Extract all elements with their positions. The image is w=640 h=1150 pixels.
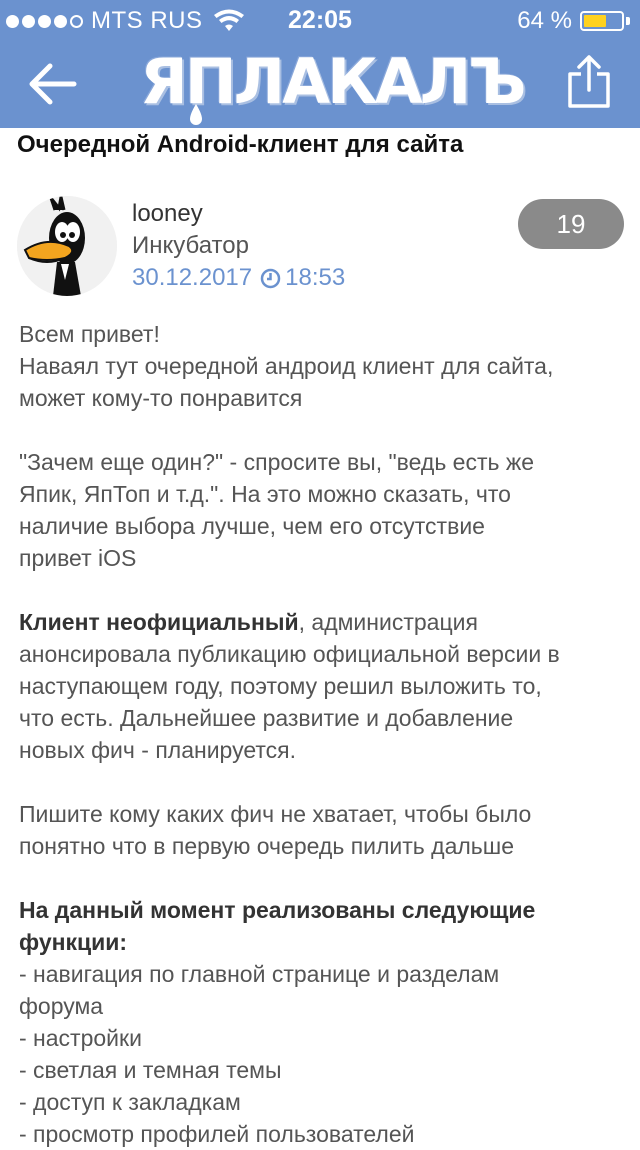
text-line: "Зачем еще один?" - спросите вы, "ведь е… xyxy=(19,449,535,475)
text-fragment: , администрация xyxy=(298,609,478,635)
text-line: Наваял тут очередной андроид клиент для … xyxy=(19,353,554,379)
share-icon[interactable] xyxy=(566,54,612,110)
paragraph-features: На данный момент реализованы следующие ф… xyxy=(19,894,631,1150)
clock-icon xyxy=(260,268,281,288)
text-line: понятно что в первую очередь пилить даль… xyxy=(19,833,515,859)
post-time-value: 18:53 xyxy=(285,264,346,291)
text-line: может кому-то понравится xyxy=(19,385,303,411)
text-line: Клиент неофициальный, администрация xyxy=(19,606,631,638)
text-line: Всем привет! xyxy=(19,321,160,347)
text-line: Пишите кому каких фич не хватает, чтобы … xyxy=(19,801,532,827)
bold-heading-line: На данный момент реализованы следующие xyxy=(19,897,536,923)
post-date: 30.12.2017 18:53 xyxy=(132,264,345,292)
arrow-left-icon[interactable] xyxy=(26,60,78,108)
post-body: Всем привет! Наваял тут очередной андрои… xyxy=(19,318,631,1150)
paragraph-feedback: Пишите кому каких фич не хватает, чтобы … xyxy=(19,798,631,862)
battery-tip xyxy=(626,17,630,25)
post-date-value: 30.12.2017 xyxy=(132,264,253,291)
bold-text: Клиент неофициальный xyxy=(19,609,299,635)
status-bar: MTS RUS 22:05 64 % xyxy=(0,0,640,40)
user-avatar-image xyxy=(17,196,117,296)
paragraph-greeting: Всем привет! Наваял тут очередной андрои… xyxy=(19,318,631,414)
author-name[interactable]: looney xyxy=(132,200,203,228)
avatar[interactable] xyxy=(17,196,117,296)
feature-item: - навигация по главной странице и раздел… xyxy=(19,961,500,987)
feature-item: форума xyxy=(19,993,104,1019)
feature-item: - просмотр профилей пользователей xyxy=(19,1121,415,1147)
battery-level xyxy=(584,15,606,27)
bold-heading-line: функции: xyxy=(19,929,128,955)
post-title: Очередной Android-клиент для сайта xyxy=(17,131,464,158)
feature-item: - светлая и темная темы xyxy=(19,1057,282,1083)
text-line: наступающем году, поэтому решил выложить… xyxy=(19,673,542,699)
paragraph-unofficial: Клиент неофициальный, администрация анон… xyxy=(19,606,631,766)
status-right: 64 % xyxy=(517,7,630,35)
battery-percent: 64 % xyxy=(517,7,572,34)
text-line: новых фич - планируется. xyxy=(19,737,296,763)
text-line: наличие выбора лучше, чем его отсутствие xyxy=(19,513,485,539)
text-line: анонсировала публикацию официальной верс… xyxy=(19,641,560,667)
feature-item: - настройки xyxy=(19,1025,142,1051)
text-line: что есть. Дальнейшее развитие и добавлен… xyxy=(19,705,514,731)
battery-icon xyxy=(580,11,624,31)
text-line: Япик, ЯпТоп и т.д.". На это можно сказат… xyxy=(19,481,511,507)
logo-drop-icon xyxy=(190,104,202,125)
paragraph-why: "Зачем еще один?" - спросите вы, "ведь е… xyxy=(19,446,631,574)
nav-bar: ЯПЛАКАЛЪ xyxy=(0,40,640,128)
feature-item: - доступ к закладкам xyxy=(19,1089,241,1115)
author-rank: Инкубатор xyxy=(132,232,249,259)
text-line: привет iOS xyxy=(19,545,137,571)
comment-count-badge[interactable]: 19 xyxy=(518,199,624,249)
